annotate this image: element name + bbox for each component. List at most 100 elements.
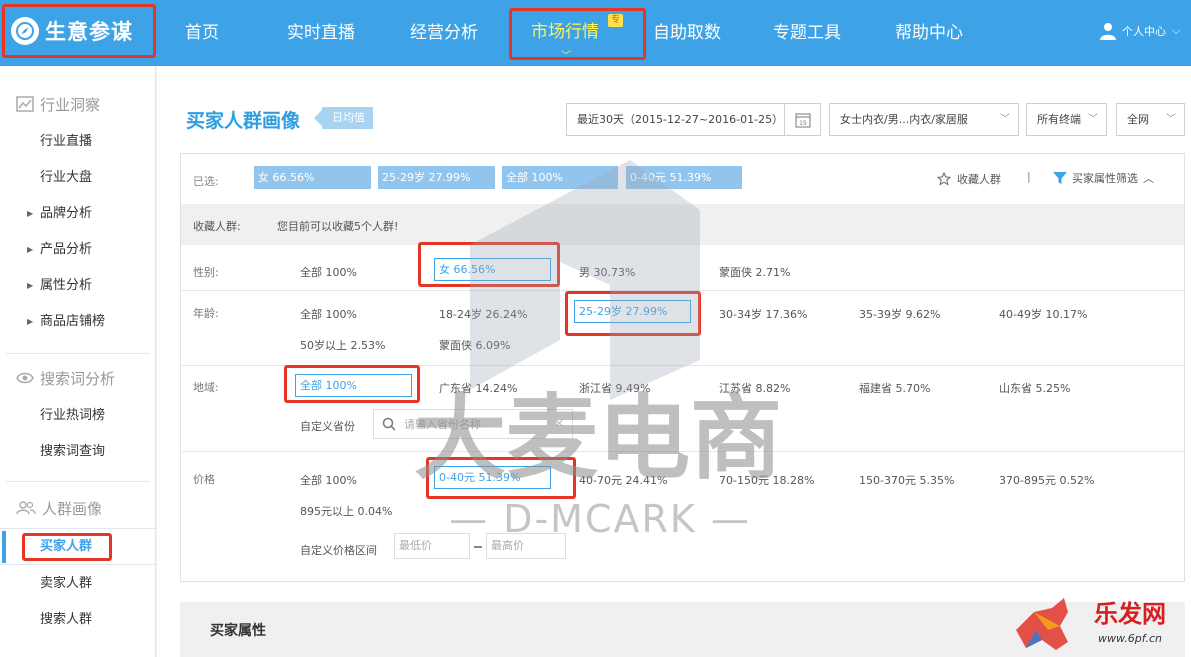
gender-option-male[interactable]: 男 30.73% (579, 264, 635, 280)
price-option-all[interactable]: 全部 100% (300, 472, 357, 488)
age-option-all[interactable]: 全部 100% (300, 306, 357, 322)
date-range-picker[interactable]: 最近30天（2015-12-27~2016-01-25） 15 (566, 103, 821, 136)
row-divider (181, 451, 1184, 452)
page-title: 买家人群画像 (186, 110, 301, 132)
sidebar-divider (6, 353, 150, 354)
sidebar-item-hot-words[interactable]: 行业热词榜 (0, 398, 156, 434)
max-price-input[interactable]: 最高价 (486, 533, 566, 559)
custom-province-label: 自定义省份 (300, 420, 355, 433)
province-search-input[interactable]: 请输入省份名称 ✕ (373, 409, 573, 439)
calendar-icon[interactable]: 15 (784, 104, 820, 135)
corner-watermark-logo: 乐发网 www.6pf.cn (1016, 598, 1166, 650)
chevron-down-icon: ﹀ (1000, 114, 1010, 125)
region-option-guangdong[interactable]: 广东省 14.24% (439, 380, 517, 396)
nav-operations[interactable]: 经营分析 (410, 0, 478, 66)
sidebar-divider (0, 564, 156, 565)
nav-market-label: 市场行情 (531, 22, 599, 42)
price-option-70-150[interactable]: 70-150元 18.28% (719, 472, 814, 488)
terminal-select[interactable]: 所有终端 ﹀ (1026, 103, 1107, 136)
selected-chip-region[interactable]: 全部 100% (502, 166, 618, 189)
star-icon (937, 172, 951, 186)
region-option-fujian[interactable]: 福建省 5.70% (859, 380, 930, 396)
sidebar-item-product[interactable]: ▶ 产品分析 (0, 232, 156, 268)
nav-tools[interactable]: 专题工具 (773, 0, 841, 66)
region-option-zhejiang[interactable]: 浙江省 9.49% (579, 380, 650, 396)
calendar-day: 15 (799, 120, 807, 127)
age-option-40-49[interactable]: 40-49岁 10.17% (999, 306, 1087, 322)
favorite-crowd-button[interactable]: 收藏人群 (937, 171, 1001, 187)
chevron-down-icon: ﹀ (561, 51, 571, 62)
sidebar-item-word-query[interactable]: 搜索词查询 (0, 434, 156, 470)
caret-right-icon: ▶ (27, 245, 34, 254)
sidebar-item-industry-live[interactable]: 行业直播 (0, 124, 156, 160)
sidebar-item-shop-rank[interactable]: ▶ 商品店铺榜 (0, 304, 156, 340)
logo[interactable]: 生意参谋 (2, 4, 156, 58)
price-option-895-plus[interactable]: 895元以上 0.04% (300, 503, 392, 519)
nav-help[interactable]: 帮助中心 (895, 0, 963, 66)
sidebar-item-seller-persona[interactable]: 卖家人群 (0, 566, 156, 602)
region-option-shandong[interactable]: 山东省 5.25% (999, 380, 1070, 396)
range-dash (474, 546, 482, 548)
sidebar-item-brand[interactable]: ▶ 品牌分析 (0, 196, 156, 232)
user-label: 个人中心 (1122, 25, 1166, 38)
chevron-down-icon: ⌵ (1172, 24, 1181, 37)
sidebar-item-buyer-persona[interactable]: 买家人群 (22, 533, 112, 561)
nav-home[interactable]: 首页 (185, 0, 219, 66)
selected-chip-gender[interactable]: 女 66.56% (254, 166, 371, 189)
price-option-370-895[interactable]: 370-895元 0.52% (999, 472, 1094, 488)
network-select[interactable]: 全网 ﹀ (1116, 103, 1185, 136)
age-option-50-plus[interactable]: 50岁以上 2.53% (300, 337, 385, 353)
gender-option-masked[interactable]: 蒙面侠 2.71% (719, 264, 790, 280)
nav-live[interactable]: 实时直播 (287, 0, 355, 66)
favorite-crowd-row: 收藏人群: 您目前可以收藏5个人群! (181, 204, 1184, 245)
top-nav-bar: 生意参谋 首页 实时直播 经营分析 市场行情 专 ﹀ 自助取数 专题工具 帮助中… (0, 0, 1191, 66)
highlight-box (565, 291, 701, 336)
gender-label: 性别: (193, 266, 219, 279)
chevron-up-icon: ︿ (1143, 172, 1154, 185)
caret-right-icon: ▶ (27, 317, 34, 326)
sidebar-section-search: 搜索词分析 (0, 360, 156, 396)
nav-market[interactable]: 市场行情 专 ﹀ (509, 8, 646, 62)
min-price-input[interactable]: 最低价 (394, 533, 470, 559)
age-label: 年龄: (193, 307, 219, 320)
gender-option-all[interactable]: 全部 100% (300, 264, 357, 280)
buyer-attribute-filter[interactable]: 买家属性筛选 ︿ (1053, 170, 1154, 186)
region-label: 地域: (193, 381, 219, 394)
users-icon (16, 501, 36, 515)
corner-watermark-url: www.6pf.cn (1098, 632, 1162, 645)
clear-icon[interactable]: ✕ (555, 417, 564, 430)
age-option-masked[interactable]: 蒙面侠 6.09% (439, 337, 510, 353)
selected-chip-price[interactable]: 0-40元 51.39% (626, 166, 742, 189)
daily-average-tag: 日均值 (314, 107, 373, 129)
highlight-box (418, 242, 560, 287)
divider: | (1027, 170, 1031, 183)
compass-icon (11, 17, 39, 45)
logo-text: 生意参谋 (45, 20, 133, 44)
sidebar-item-attribute[interactable]: ▶ 属性分析 (0, 268, 156, 304)
age-option-18-24[interactable]: 18-24岁 26.24% (439, 306, 527, 322)
region-option-jiangsu[interactable]: 江苏省 8.82% (719, 380, 790, 396)
selected-chip-age[interactable]: 25-29岁 27.99% (378, 166, 495, 189)
price-label: 价格 (193, 473, 215, 486)
age-option-30-34[interactable]: 30-34岁 17.36% (719, 306, 807, 322)
favorite-row-label: 收藏人群: (193, 220, 241, 233)
user-icon (1100, 23, 1116, 40)
search-icon (382, 417, 396, 431)
category-select[interactable]: 女士内衣/男...内衣/家居服 ﹀ (829, 103, 1019, 136)
highlight-box (284, 365, 420, 403)
user-menu[interactable]: 个人中心 ⌵ (1100, 22, 1180, 40)
sidebar-active-indicator (2, 531, 6, 563)
sidebar-divider (6, 481, 150, 482)
price-option-150-370[interactable]: 150-370元 5.35% (859, 472, 954, 488)
main-content: 买家人群画像 日均值 最近30天（2015-12-27~2016-01-25） … (157, 66, 1191, 657)
price-option-40-70[interactable]: 40-70元 24.41% (579, 472, 667, 488)
chevron-down-icon: ﹀ (1166, 114, 1176, 125)
chevron-down-icon: ﹀ (1088, 114, 1098, 125)
sidebar-item-industry-overview[interactable]: 行业大盘 (0, 160, 156, 196)
filter-panel: 已选: 女 66.56% 25-29岁 27.99% 全部 100% 0-40元… (180, 153, 1185, 582)
selected-row: 已选: 女 66.56% 25-29岁 27.99% 全部 100% 0-40元… (181, 154, 1184, 204)
custom-price-label: 自定义价格区间 (300, 544, 377, 557)
age-option-35-39[interactable]: 35-39岁 9.62% (859, 306, 940, 322)
sidebar-item-search-persona[interactable]: 搜索人群 (0, 602, 156, 638)
nav-self-service[interactable]: 自助取数 (653, 0, 721, 66)
